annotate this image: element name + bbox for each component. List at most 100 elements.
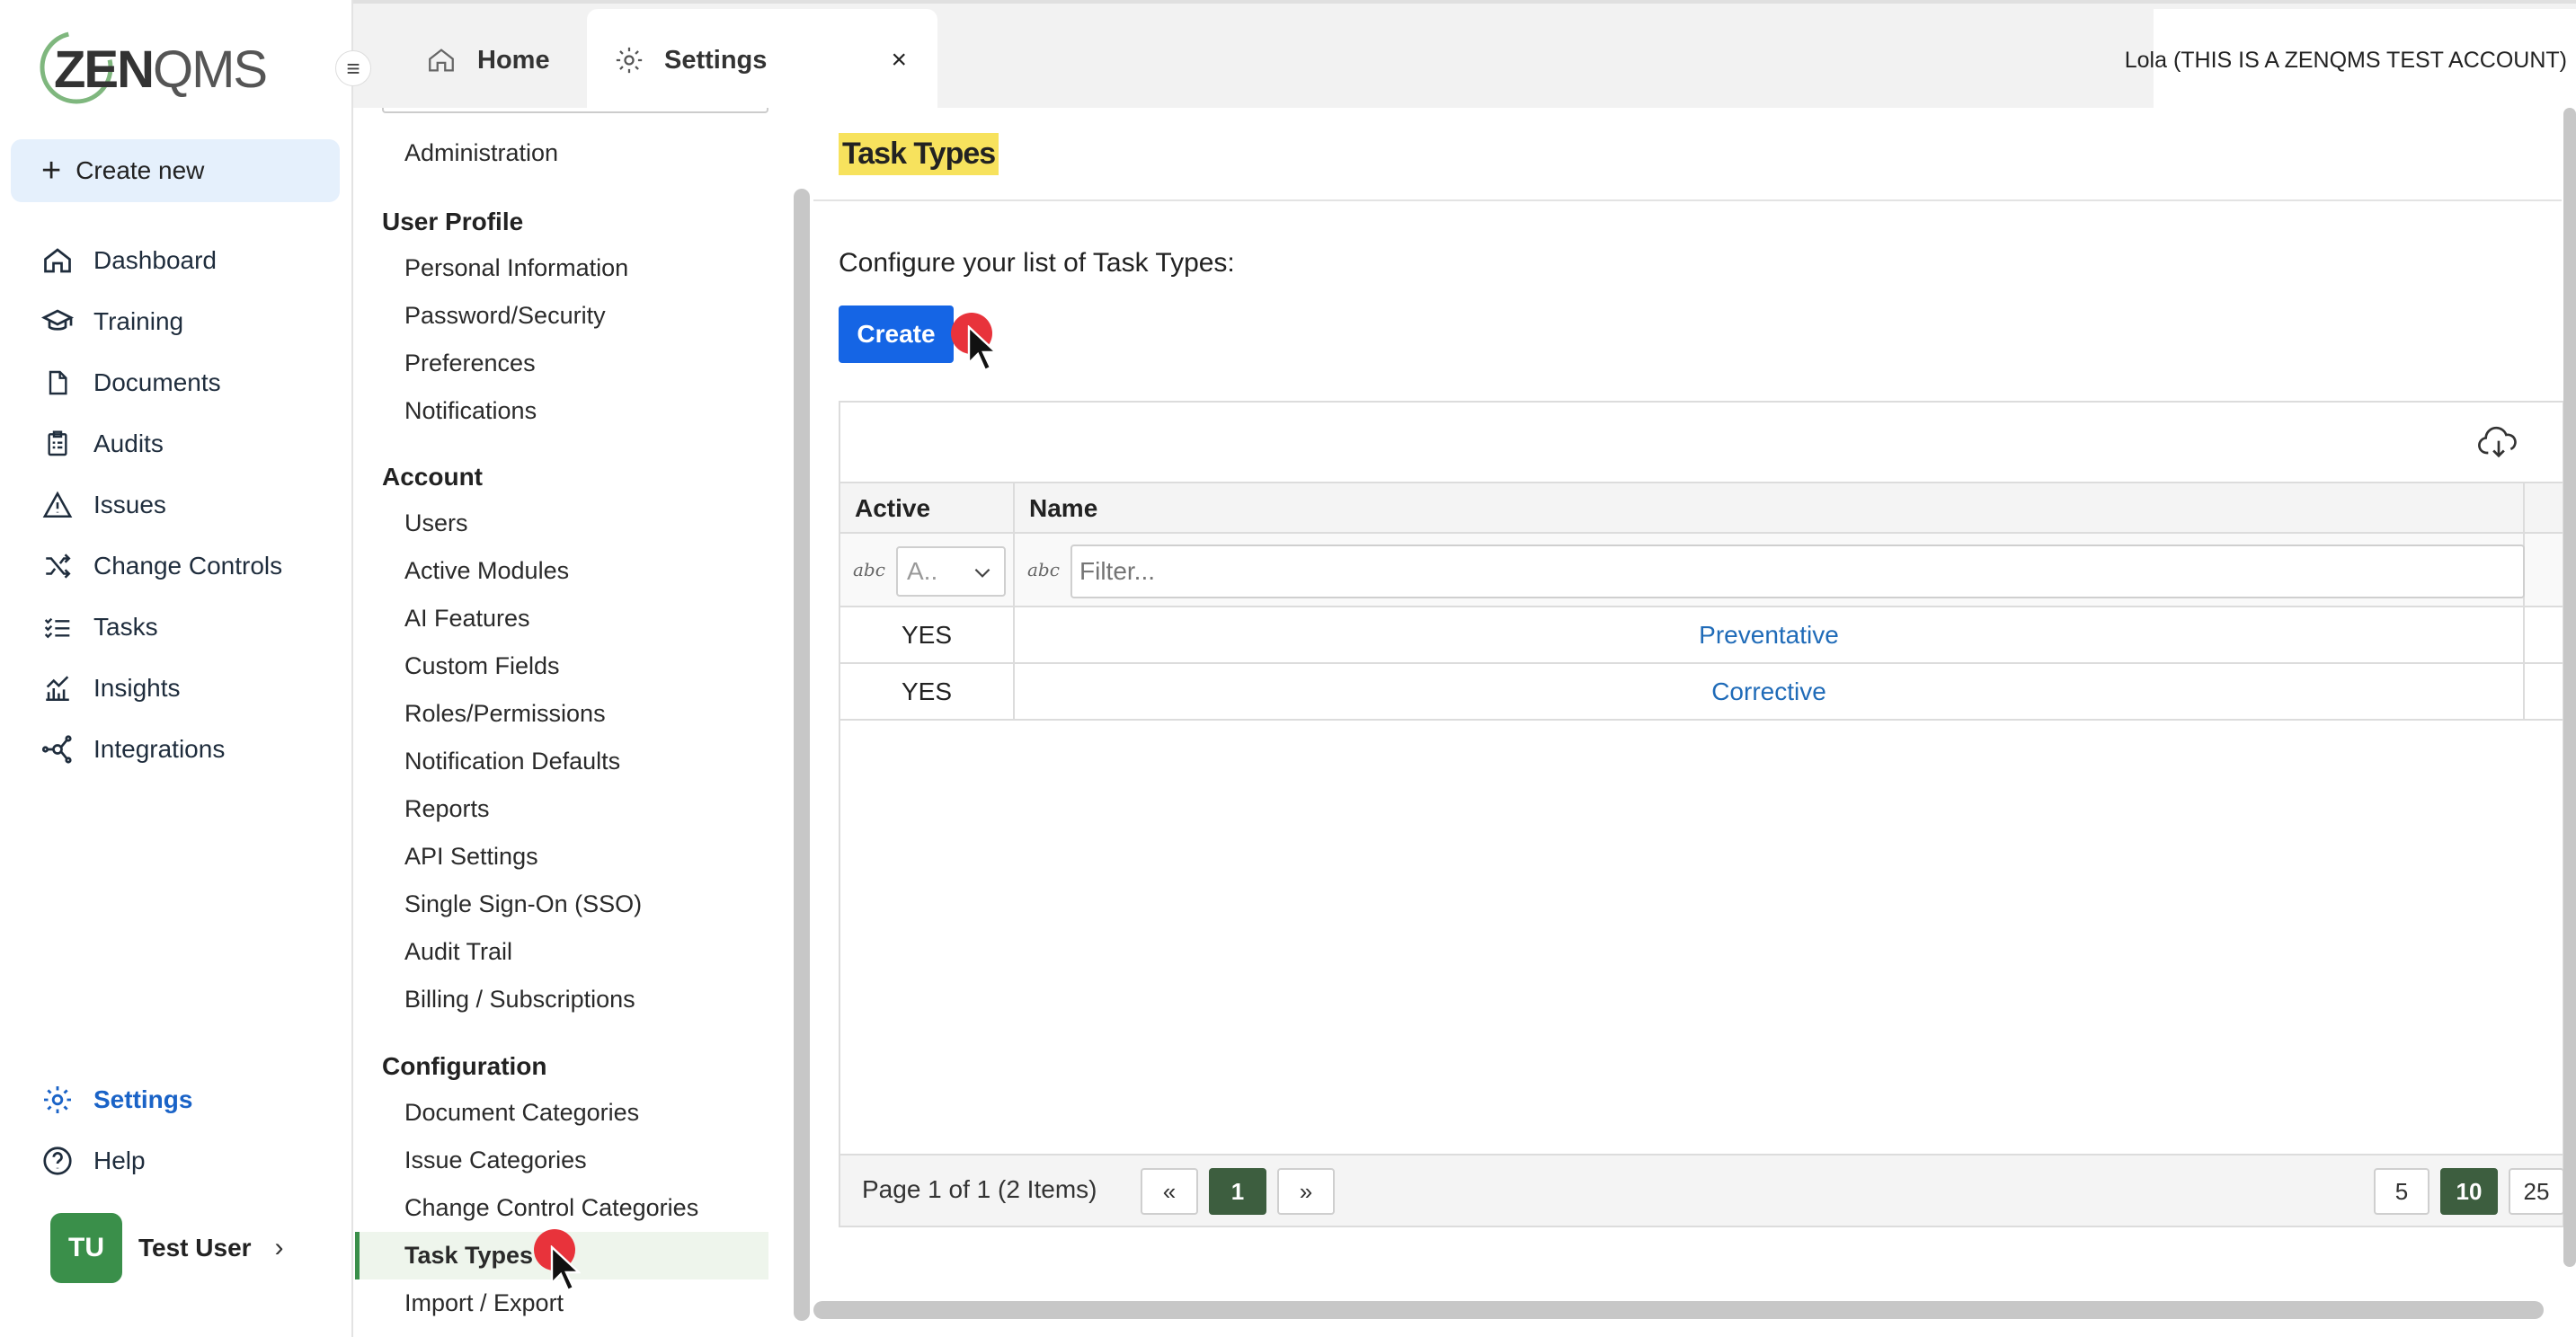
settings-item-reports[interactable]: Reports: [355, 785, 768, 833]
nav-label: Tasks: [93, 613, 158, 641]
nav-item-training[interactable]: Training: [0, 291, 351, 352]
settings-item-administration[interactable]: Administration: [355, 129, 768, 177]
user-name: Test User: [138, 1234, 252, 1262]
settings-group-header: Configuration: [382, 1052, 547, 1080]
column-header-active[interactable]: Active: [840, 483, 1015, 532]
settings-group-administration: Administration: [355, 129, 768, 177]
network-icon: [40, 731, 76, 767]
settings-nav-scrollbar[interactable]: [794, 189, 810, 1321]
cell-name-link[interactable]: Corrective: [1015, 664, 2525, 719]
shuffle-icon: [40, 548, 76, 584]
chart-icon: [40, 670, 76, 706]
settings-item-ai-features[interactable]: AI Features: [355, 595, 768, 642]
zenqms-logo[interactable]: ZENQMS: [36, 27, 268, 108]
menu-toggle-icon[interactable]: ≡: [335, 50, 371, 86]
main-nav-list: Dashboard Training Documents Audits Issu…: [0, 230, 351, 780]
settings-item-audit-trail[interactable]: Audit Trail: [355, 928, 768, 976]
task-list-icon: [40, 609, 76, 645]
filter-row: abc A.. abc: [840, 534, 2563, 607]
page-size-10-button[interactable]: 10: [2440, 1168, 2498, 1215]
settings-item-roles-permissions[interactable]: Roles/Permissions: [355, 690, 768, 738]
avatar: TU: [50, 1213, 122, 1283]
page-info: Page 1 of 1 (2 Items): [862, 1175, 1097, 1203]
account-label[interactable]: Lola (THIS IS A ZENQMS TEST ACCOUNT): [2125, 9, 2576, 111]
nav-bottom-list: Settings Help: [0, 1069, 351, 1191]
nav-item-integrations[interactable]: Integrations: [0, 719, 351, 780]
main-vertical-scrollbar[interactable]: [2563, 108, 2576, 1267]
home-icon: [40, 243, 76, 279]
logo-text-light: QMS: [153, 40, 268, 99]
settings-item-document-categories[interactable]: Document Categories: [355, 1089, 768, 1137]
nav-label: Documents: [93, 368, 221, 396]
settings-item-custom-fields[interactable]: Custom Fields: [355, 642, 768, 690]
nav-item-documents[interactable]: Documents: [0, 352, 351, 413]
nav-label: Audits: [93, 429, 164, 457]
plus-icon: +: [41, 152, 62, 190]
cell-active: YES: [840, 607, 1015, 662]
nav-label: Training: [93, 307, 184, 335]
grid-toolbar: [840, 403, 2563, 483]
page-size-5-button[interactable]: 5: [2374, 1168, 2429, 1215]
settings-group-user-profile: User Profile Personal Information Passwo…: [355, 199, 768, 435]
nav-label: Change Controls: [93, 552, 283, 580]
page-title: Task Types: [839, 133, 999, 175]
settings-item-personal-information[interactable]: Personal Information: [355, 244, 768, 292]
nav-item-dashboard[interactable]: Dashboard: [0, 230, 351, 291]
document-icon: [40, 365, 76, 401]
main-horizontal-scrollbar[interactable]: [813, 1301, 2544, 1319]
nav-item-tasks[interactable]: Tasks: [0, 597, 351, 658]
page-1-button[interactable]: 1: [1209, 1168, 1266, 1215]
create-new-button[interactable]: + Create new: [11, 139, 340, 202]
create-new-label: Create new: [76, 156, 205, 184]
user-menu[interactable]: TU Test User ›: [50, 1213, 284, 1283]
nav-item-audits[interactable]: Audits: [0, 413, 351, 474]
nav-item-insights[interactable]: Insights: [0, 658, 351, 719]
settings-item-sso[interactable]: Single Sign-On (SSO): [355, 881, 768, 928]
nav-label: Help: [93, 1147, 146, 1174]
cell-name-link[interactable]: Preventative: [1015, 607, 2525, 662]
settings-item-password-security[interactable]: Password/Security: [355, 292, 768, 340]
settings-item-issue-categories[interactable]: Issue Categories: [355, 1137, 768, 1184]
mouse-cursor-icon: [967, 325, 998, 372]
settings-item-notifications[interactable]: Notifications: [355, 387, 768, 435]
settings-item-preferences[interactable]: Preferences: [355, 340, 768, 387]
tab-settings-label: Settings: [664, 45, 768, 75]
abc-filter-icon[interactable]: abc: [853, 559, 885, 580]
close-icon[interactable]: ×: [891, 45, 907, 75]
nav-item-help[interactable]: Help: [0, 1130, 351, 1191]
main-sidebar: ZENQMS + Create new Dashboard Training D…: [0, 0, 353, 1337]
column-header-label: Name: [1029, 494, 1098, 522]
tab-settings[interactable]: Settings ×: [587, 9, 937, 111]
nav-item-issues[interactable]: Issues: [0, 474, 351, 536]
prev-page-button[interactable]: «: [1141, 1168, 1198, 1215]
settings-search-input[interactable]: [382, 108, 768, 113]
column-header-name[interactable]: Name: [1015, 483, 2525, 532]
cell-active: YES: [840, 664, 1015, 719]
filter-cell-active: abc A..: [840, 534, 1015, 606]
settings-item-active-modules[interactable]: Active Modules: [355, 547, 768, 595]
settings-item-api-settings[interactable]: API Settings: [355, 833, 768, 881]
grid-pager: Page 1 of 1 (2 Items) « 1 » 5 10 25: [840, 1154, 2564, 1226]
settings-item-notification-defaults[interactable]: Notification Defaults: [355, 738, 768, 785]
active-filter-select[interactable]: A..: [896, 546, 1006, 597]
settings-item-billing[interactable]: Billing / Subscriptions: [355, 976, 768, 1023]
next-page-button[interactable]: »: [1277, 1168, 1335, 1215]
intro-text: Configure your list of Task Types:: [839, 248, 1235, 278]
create-button[interactable]: Create: [839, 305, 954, 363]
nav-item-settings[interactable]: Settings: [0, 1069, 351, 1130]
nav-label: Integrations: [93, 735, 226, 763]
name-filter-input[interactable]: [1070, 545, 2525, 598]
settings-group-header: Account: [382, 463, 483, 491]
nav-label: Issues: [93, 491, 166, 518]
settings-item-users[interactable]: Users: [355, 500, 768, 547]
abc-filter-icon[interactable]: abc: [1027, 559, 1060, 580]
settings-group-header: User Profile: [382, 208, 524, 235]
nav-item-change-controls[interactable]: Change Controls: [0, 536, 351, 597]
cloud-download-icon[interactable]: [2476, 426, 2521, 462]
graduation-cap-icon: [40, 304, 76, 340]
nav-label: Insights: [93, 674, 181, 702]
chevron-down-icon: [970, 561, 995, 584]
tab-home[interactable]: Home: [425, 9, 587, 111]
settings-item-change-control-categories[interactable]: Change Control Categories: [355, 1184, 768, 1232]
page-size-25-button[interactable]: 25: [2509, 1168, 2564, 1215]
